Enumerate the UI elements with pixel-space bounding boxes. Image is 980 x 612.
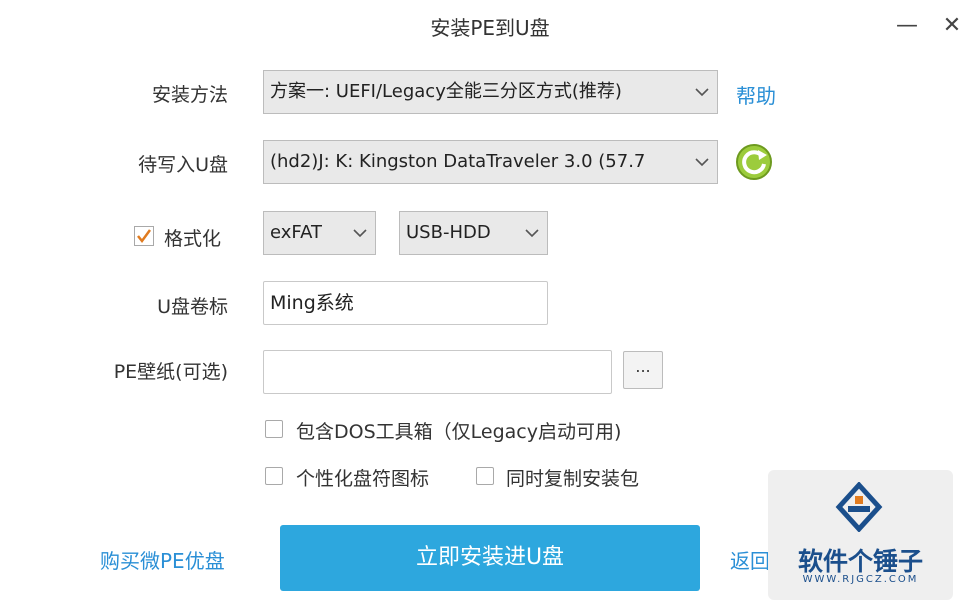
volume-label-label: U盘卷标	[157, 296, 228, 318]
target-drive-value: (hd2)J: K: Kingston DataTraveler 3.0 (57…	[270, 151, 646, 172]
format-checkbox[interactable]	[134, 226, 154, 246]
checkmark-icon	[134, 226, 154, 246]
wallpaper-label: PE壁纸(可选)	[113, 361, 228, 383]
chevron-down-icon	[695, 71, 709, 113]
browse-button[interactable]: ...	[623, 351, 663, 389]
help-link[interactable]: 帮助	[736, 80, 776, 109]
minimize-button[interactable]: —	[893, 12, 921, 40]
buy-usb-link[interactable]: 购买微PE优盘	[100, 545, 225, 574]
watermark-logo-icon	[835, 482, 883, 532]
filesystem-select[interactable]: exFAT	[263, 211, 376, 255]
format-checkbox-label: 格式化	[164, 228, 222, 250]
target-drive-label: 待写入U盘	[138, 154, 228, 176]
copy-installer-label: 同时复制安装包	[506, 468, 640, 490]
watermark-brand: 软件个锤子	[797, 547, 923, 576]
refresh-button[interactable]	[734, 142, 774, 182]
watermark-url: WWW.RJGCZ.COM	[802, 574, 919, 585]
include-dos-checkbox[interactable]	[265, 420, 283, 438]
chevron-down-icon	[695, 141, 709, 183]
minimize-icon: —	[896, 13, 918, 38]
wallpaper-path-input[interactable]	[263, 350, 612, 394]
back-link[interactable]: 返回	[730, 545, 770, 574]
target-drive-select[interactable]: (hd2)J: K: Kingston DataTraveler 3.0 (57…	[263, 140, 718, 184]
boot-mode-value: USB-HDD	[406, 222, 491, 243]
chevron-down-icon	[353, 212, 367, 254]
watermark: 软件个锤子 WWW.RJGCZ.COM	[768, 470, 953, 600]
boot-mode-select[interactable]: USB-HDD	[399, 211, 548, 255]
window-title: 安装PE到U盘	[430, 16, 550, 40]
close-icon: ✕	[942, 13, 962, 38]
install-method-select[interactable]: 方案一: UEFI/Legacy全能三分区方式(推荐)	[263, 70, 718, 114]
volume-label-input[interactable]: Ming系统	[263, 281, 548, 325]
install-method-value: 方案一: UEFI/Legacy全能三分区方式(推荐)	[270, 81, 622, 102]
install-button[interactable]: 立即安装进U盘	[280, 525, 700, 591]
filesystem-value: exFAT	[270, 222, 323, 243]
chevron-down-icon	[525, 212, 539, 254]
copy-installer-checkbox[interactable]	[476, 467, 494, 485]
personalize-icon-label: 个性化盘符图标	[296, 468, 430, 490]
install-method-label: 安装方法	[151, 84, 228, 106]
include-dos-label: 包含DOS工具箱（仅Legacy启动可用)	[296, 421, 622, 443]
refresh-icon	[736, 144, 772, 180]
close-button[interactable]: ✕	[938, 12, 966, 40]
personalize-icon-checkbox[interactable]	[265, 467, 283, 485]
